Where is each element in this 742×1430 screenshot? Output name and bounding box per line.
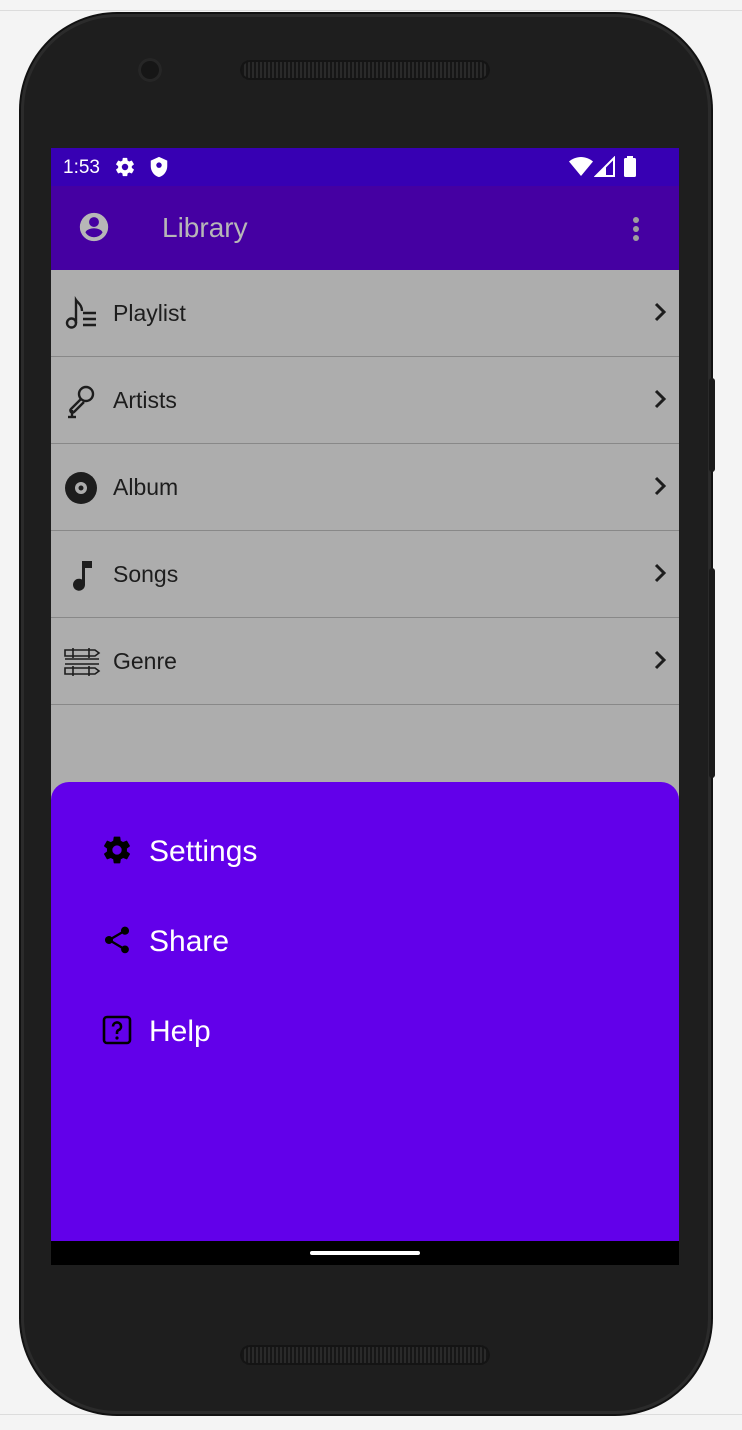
list-item-label: Songs [113,561,179,587]
chevron-right-icon [653,388,669,410]
volume-button [709,568,715,778]
signal-icon [593,155,616,184]
album-icon [63,470,99,506]
microphone-icon [63,383,99,419]
bottom-speaker [240,1345,490,1365]
library-list: Playlist Artists Album Songs Genre [51,270,679,705]
chevron-right-icon [653,301,669,323]
status-time: 1:53 [63,157,100,178]
help-icon [101,1014,135,1048]
chevron-right-icon [653,475,669,497]
top-speaker [240,60,490,80]
front-camera [138,58,162,82]
home-gesture-handle[interactable] [310,1251,420,1255]
list-item-album[interactable]: Album [51,444,679,531]
gear-icon [101,834,135,868]
account-circle-icon[interactable] [77,210,111,244]
list-item-label: Playlist [113,300,186,326]
list-item-artists[interactable]: Artists [51,357,679,444]
list-item-songs[interactable]: Songs [51,531,679,618]
frame-top-divider [0,10,742,11]
frame-bottom-divider [0,1414,742,1415]
device-screen: 1:53 Library Playlist Artists Album Song… [51,148,679,1265]
share-icon [101,924,135,958]
sheet-item-settings[interactable]: Settings [101,832,501,872]
wifi-icon [569,156,593,184]
page-title: Library [162,212,248,243]
sheet-item-label: Help [149,1015,211,1048]
list-item-playlist[interactable]: Playlist [51,270,679,357]
chevron-right-icon [653,649,669,671]
navigation-bar [51,1241,679,1265]
power-button [709,378,715,472]
status-bar: 1:53 [51,148,679,186]
list-item-genre[interactable]: Genre [51,618,679,705]
playlist-icon [63,296,99,332]
bottom-sheet: Settings Share Help [51,782,679,1242]
list-item-label: Genre [113,648,177,674]
sheet-item-label: Share [149,925,230,958]
sheet-item-label: Settings [149,835,258,868]
list-item-label: Album [113,474,179,500]
list-item-label: Artists [113,387,177,413]
shield-icon [148,156,170,184]
music-note-icon [63,557,99,593]
sheet-item-help[interactable]: Help [101,1012,501,1052]
app-bar: Library [51,186,679,270]
chevron-right-icon [653,562,669,584]
more-vert-icon[interactable] [621,214,651,244]
battery-icon [623,156,637,184]
sheet-item-share[interactable]: Share [101,922,501,962]
genre-icon [63,644,101,680]
gear-icon [114,156,136,184]
